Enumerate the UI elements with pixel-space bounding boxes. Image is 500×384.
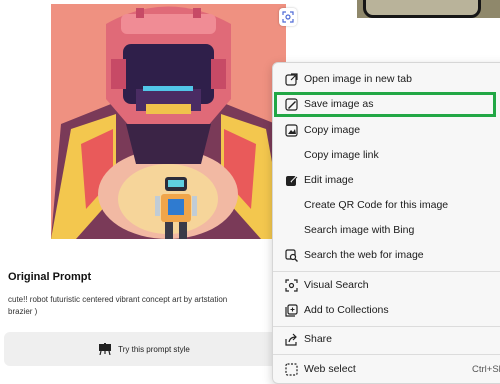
menu-item-web-select[interactable]: Web select Ctrl+Sh xyxy=(273,357,500,381)
open-in-new-tab-icon xyxy=(283,71,299,87)
menu-item-label: Edit image xyxy=(304,174,354,186)
prompt-text-line: brazier ) xyxy=(8,307,38,316)
menu-item-search-image-bing[interactable]: Search image with Bing xyxy=(273,218,500,242)
menu-item-label: Web select xyxy=(304,363,356,375)
prompt-text: cute!! robot futuristic centered vibrant… xyxy=(8,294,288,318)
share-icon xyxy=(283,331,299,347)
try-prompt-style-label: Try this prompt style xyxy=(118,344,190,354)
side-thumbnail-frame xyxy=(363,0,481,18)
menu-item-shortcut: Ctrl+Sh xyxy=(472,363,500,375)
menu-item-edit-image[interactable]: Edit image xyxy=(273,168,500,192)
menu-item-label: Share xyxy=(304,333,333,345)
menu-item-copy-image-link[interactable]: Copy image link xyxy=(273,143,500,167)
easel-icon xyxy=(99,343,112,355)
menu-item-share[interactable]: Share xyxy=(273,327,500,351)
menu-item-copy-image[interactable]: Copy image xyxy=(273,118,500,142)
collections-icon xyxy=(283,302,299,318)
menu-item-label: Create QR Code for this image xyxy=(304,199,449,211)
menu-item-search-web-image[interactable]: Search the web for image xyxy=(273,243,500,267)
menu-item-add-to-collections[interactable]: Add to Collections xyxy=(273,298,500,322)
context-menu: Open image in new tab Save image as Copy… xyxy=(272,62,500,384)
copy-image-icon xyxy=(283,122,299,138)
menu-item-open-image-new-tab[interactable]: Open image in new tab xyxy=(273,67,500,91)
generated-image[interactable] xyxy=(51,4,286,239)
edit-image-icon xyxy=(283,172,299,188)
menu-item-label: Search the web for image xyxy=(304,249,424,261)
visual-search-icon xyxy=(282,11,294,23)
try-prompt-style-button[interactable]: Try this prompt style xyxy=(4,332,284,366)
robot-artwork xyxy=(51,4,286,239)
visual-search-overlay-button[interactable] xyxy=(279,8,297,26)
menu-item-visual-search[interactable]: Visual Search xyxy=(273,273,500,297)
save-image-highlight-box xyxy=(274,92,496,117)
web-select-icon xyxy=(283,361,299,377)
menu-divider xyxy=(273,271,500,272)
menu-divider xyxy=(273,354,500,355)
menu-item-label: Search image with Bing xyxy=(304,224,415,236)
menu-item-label: Visual Search xyxy=(304,279,369,291)
prompt-text-line: cute!! robot futuristic centered vibrant… xyxy=(8,295,228,304)
prompt-heading: Original Prompt xyxy=(8,271,92,283)
menu-item-label: Copy image xyxy=(304,124,361,136)
side-thumbnail[interactable] xyxy=(357,0,500,18)
search-web-image-icon xyxy=(283,247,299,263)
menu-item-create-qr-code[interactable]: Create QR Code for this image xyxy=(273,193,500,217)
visual-search-icon xyxy=(283,277,299,293)
menu-item-label: Open image in new tab xyxy=(304,73,412,85)
menu-item-label: Copy image link xyxy=(304,149,379,161)
menu-item-label: Add to Collections xyxy=(304,304,389,316)
